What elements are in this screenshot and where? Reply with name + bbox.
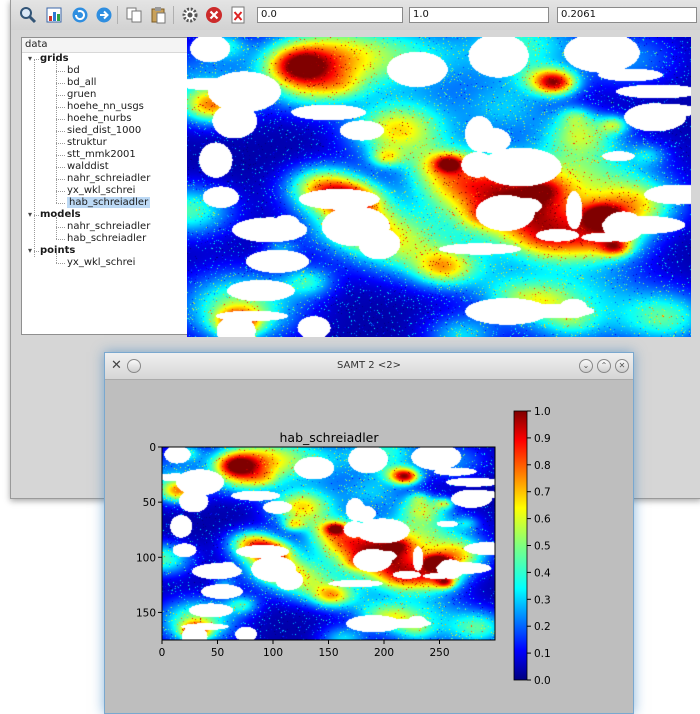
raster-map[interactable] bbox=[187, 37, 691, 337]
heatmap-figure: hab_schreiadler 0 50 100 150 200 250 0 50 100 15… bbox=[136, 406, 551, 687]
paste-icon[interactable] bbox=[147, 4, 169, 26]
x-tick-label: 100 bbox=[263, 647, 283, 659]
tree-item-yx_wkl_schrei[interactable]: yx_wkl_schrei bbox=[67, 185, 135, 197]
tree-item-hab_schreiadler[interactable]: hab_schreiadler bbox=[67, 233, 146, 245]
colorbar-tick-label: 0.8 bbox=[534, 460, 551, 472]
close-doc-icon[interactable] bbox=[227, 4, 249, 26]
tree-item-bd[interactable]: bd bbox=[67, 65, 80, 77]
current-value-field[interactable]: 0.2061 bbox=[557, 7, 697, 23]
x-tick-label: 200 bbox=[374, 647, 394, 659]
tree-item-gruen[interactable]: gruen bbox=[67, 89, 96, 101]
map-view[interactable] bbox=[187, 37, 691, 337]
tree-item-bd_all[interactable]: bd_all bbox=[67, 77, 96, 89]
toolbar: 0.0 1.0 0.2061 bbox=[11, 0, 700, 30]
forward-icon[interactable] bbox=[93, 4, 115, 26]
colorbar-tick-label: 0.3 bbox=[534, 594, 551, 606]
y-tick-label: 150 bbox=[136, 607, 156, 619]
colorbar bbox=[513, 410, 528, 681]
tree-header: data bbox=[22, 38, 188, 53]
colorbar-tick-label: 0.9 bbox=[534, 433, 551, 445]
x-tick-label: 150 bbox=[318, 647, 338, 659]
chart-icon[interactable] bbox=[43, 4, 65, 26]
max-value-field[interactable]: 1.0 bbox=[409, 7, 549, 23]
x-tick-label: 0 bbox=[159, 647, 166, 659]
y-tick-label: 100 bbox=[136, 552, 156, 564]
expand-arrow-icon[interactable]: ▾ bbox=[28, 54, 32, 64]
tree-group-points[interactable]: points bbox=[40, 245, 75, 257]
tree-item-nahr_schreiadler[interactable]: nahr_schreiadler bbox=[67, 221, 150, 233]
minimize-button[interactable]: ⌄ bbox=[579, 359, 593, 373]
zoom-icon[interactable] bbox=[17, 4, 39, 26]
tree-item-nahr_schreiadler[interactable]: nahr_schreiadler bbox=[67, 173, 150, 185]
x-tick-label: 250 bbox=[429, 647, 449, 659]
plot-window: ✕ SAMT 2 <2> ⌄ ⌃ ✕ hab_schreiadler 0 50 10… bbox=[104, 352, 634, 714]
data-tree[interactable]: data grids ▾ bd bd_all gruen hoehe_nn_usgs hoe… bbox=[21, 37, 189, 335]
stop-icon[interactable] bbox=[203, 4, 225, 26]
expand-arrow-icon[interactable]: ▾ bbox=[28, 246, 32, 256]
colorbar-tick-label: 0.0 bbox=[534, 675, 551, 687]
colorbar-tick-label: 0.5 bbox=[534, 541, 551, 553]
y-tick-label: 0 bbox=[149, 442, 156, 454]
colorbar-tick-label: 0.7 bbox=[534, 487, 551, 499]
x-tick-label: 50 bbox=[211, 647, 224, 659]
tree-item-yx_wkl_schrei[interactable]: yx_wkl_schrei bbox=[67, 257, 135, 269]
maximize-button[interactable]: ⌃ bbox=[597, 359, 611, 373]
plot-window-title: SAMT 2 <2> bbox=[337, 360, 401, 371]
tree-item-sied_dist_1000[interactable]: sied_dist_1000 bbox=[67, 125, 141, 137]
tree-item-hoehe_nurbs[interactable]: hoehe_nurbs bbox=[67, 113, 131, 125]
chart-title: hab_schreiadler bbox=[280, 430, 380, 445]
tree-item-struktur[interactable]: struktur bbox=[67, 137, 107, 149]
min-value-field[interactable]: 0.0 bbox=[257, 7, 403, 23]
tree-item-hoehe_nn_usgs[interactable]: hoehe_nn_usgs bbox=[67, 101, 144, 113]
tree-group-models[interactable]: models bbox=[40, 209, 81, 221]
y-tick-label: 50 bbox=[143, 497, 156, 509]
refresh-icon[interactable] bbox=[69, 4, 91, 26]
heatmap-image bbox=[162, 447, 495, 640]
colorbar-tick-label: 1.0 bbox=[534, 406, 551, 418]
plot-titlebar[interactable]: ✕ SAMT 2 <2> ⌄ ⌃ ✕ bbox=[105, 353, 633, 380]
tree-item-hab_schreiadler[interactable]: hab_schreiadler bbox=[67, 197, 151, 209]
tree-group-grids[interactable]: grids bbox=[40, 53, 69, 65]
expand-arrow-icon[interactable]: ▾ bbox=[28, 210, 32, 220]
tree-item-walddist[interactable]: walddist bbox=[67, 161, 109, 173]
copy-icon[interactable] bbox=[123, 4, 145, 26]
colorbar-tick-label: 0.2 bbox=[534, 621, 551, 633]
colorbar-tick-label: 0.4 bbox=[534, 567, 551, 579]
close-button[interactable]: ✕ bbox=[615, 359, 629, 373]
settings-icon[interactable] bbox=[179, 4, 201, 26]
colorbar-tick-label: 0.6 bbox=[534, 514, 551, 526]
colorbar-tick-label: 0.1 bbox=[534, 648, 551, 660]
tree-item-stt_mmk2001[interactable]: stt_mmk2001 bbox=[67, 149, 136, 161]
